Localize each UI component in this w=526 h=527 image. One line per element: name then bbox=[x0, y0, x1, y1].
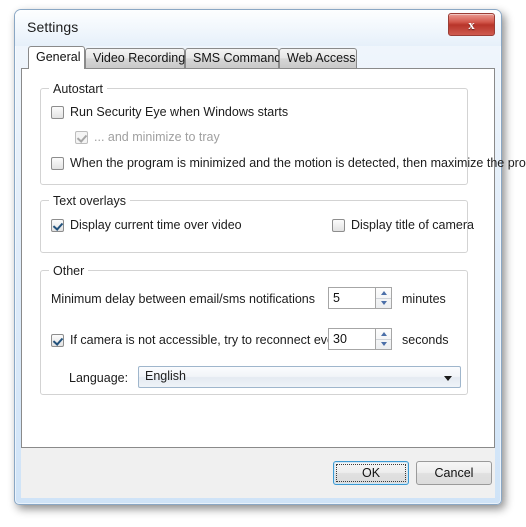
ok-button[interactable]: OK bbox=[333, 461, 409, 485]
tab-strip: General Video Recording SMS Commands Web… bbox=[21, 46, 495, 69]
tab-web-access-label: Web Access bbox=[287, 51, 356, 65]
tab-sms-commands-label: SMS Commands bbox=[193, 51, 288, 65]
chevron-down-icon[interactable] bbox=[444, 376, 452, 381]
dialog-footer: OK Cancel bbox=[21, 448, 495, 498]
min-delay-spin-buttons[interactable] bbox=[375, 287, 392, 309]
reconnect-input[interactable] bbox=[328, 328, 375, 350]
tab-web-access[interactable]: Web Access bbox=[279, 48, 357, 68]
display-camera-title-row[interactable]: Display title of camera bbox=[332, 218, 474, 232]
dialog-client-area: General Video Recording SMS Commands Web… bbox=[21, 46, 526, 498]
min-delay-label: Minimum delay between email/sms notifica… bbox=[51, 292, 315, 306]
display-camera-title-label: Display title of camera bbox=[351, 218, 474, 232]
run-on-windows-start-label: Run Security Eye when Windows starts bbox=[70, 105, 289, 119]
run-on-windows-start-row[interactable]: Run Security Eye when Windows starts bbox=[51, 105, 288, 119]
tab-sms-commands[interactable]: SMS Commands bbox=[185, 48, 287, 68]
tab-general[interactable]: General bbox=[28, 46, 85, 69]
settings-dialog-window: Settings x General Video Recording SMS C… bbox=[14, 9, 526, 505]
reconnect-label: If camera is not accessible, try to reco… bbox=[70, 333, 345, 347]
language-select[interactable]: English bbox=[138, 366, 461, 388]
minimize-to-tray-row: ... and minimize to tray bbox=[75, 130, 220, 144]
text-overlays-group: Text overlays Display current time over … bbox=[40, 194, 474, 253]
min-delay-decrement-button[interactable] bbox=[376, 297, 391, 309]
minimize-to-tray-checkbox bbox=[75, 130, 88, 144]
tab-general-label: General bbox=[36, 50, 81, 64]
reconnect-spin-buttons[interactable] bbox=[375, 328, 392, 350]
autostart-group-title: Autostart bbox=[49, 82, 108, 96]
reconnect-row[interactable]: If camera is not accessible, try to reco… bbox=[51, 333, 344, 347]
autostart-group: Autostart Run Security Eye when Windows … bbox=[40, 82, 526, 185]
reconnect-checkbox[interactable] bbox=[51, 333, 64, 347]
maximize-on-motion-checkbox[interactable] bbox=[51, 156, 64, 170]
general-tab-panel: Autostart Run Security Eye when Windows … bbox=[21, 68, 526, 448]
close-icon[interactable]: x bbox=[448, 13, 495, 36]
other-group: Other Minimum delay between email/sms no… bbox=[40, 264, 468, 395]
minimize-to-tray-label: ... and minimize to tray bbox=[94, 130, 220, 144]
display-current-time-checkbox[interactable] bbox=[51, 218, 64, 232]
display-camera-title-checkbox[interactable] bbox=[332, 218, 345, 232]
other-group-title: Other bbox=[49, 264, 89, 278]
close-glyph: x bbox=[468, 17, 475, 32]
min-delay-spinner[interactable] bbox=[328, 287, 392, 309]
language-label: Language: bbox=[69, 371, 129, 385]
tab-video-recording[interactable]: Video Recording bbox=[85, 48, 185, 68]
text-overlays-group-title: Text overlays bbox=[49, 194, 130, 208]
min-delay-unit-label: minutes bbox=[402, 292, 446, 306]
display-current-time-row[interactable]: Display current time over video bbox=[51, 218, 242, 232]
run-on-windows-start-checkbox[interactable] bbox=[51, 105, 64, 119]
display-current-time-label: Display current time over video bbox=[70, 218, 242, 232]
cancel-button[interactable]: Cancel bbox=[416, 461, 492, 485]
window-title: Settings bbox=[27, 19, 79, 35]
min-delay-increment-button[interactable] bbox=[376, 288, 391, 298]
title-bar[interactable]: Settings x bbox=[15, 10, 501, 46]
min-delay-input[interactable] bbox=[328, 287, 375, 309]
maximize-on-motion-label: When the program is minimized and the mo… bbox=[70, 156, 526, 170]
language-selected-value: English bbox=[145, 369, 186, 383]
reconnect-spinner[interactable] bbox=[328, 328, 392, 350]
reconnect-unit-label: seconds bbox=[402, 333, 449, 347]
reconnect-increment-button[interactable] bbox=[376, 329, 391, 339]
reconnect-decrement-button[interactable] bbox=[376, 338, 391, 350]
maximize-on-motion-row[interactable]: When the program is minimized and the mo… bbox=[51, 156, 526, 170]
tab-video-recording-label: Video Recording bbox=[93, 51, 186, 65]
